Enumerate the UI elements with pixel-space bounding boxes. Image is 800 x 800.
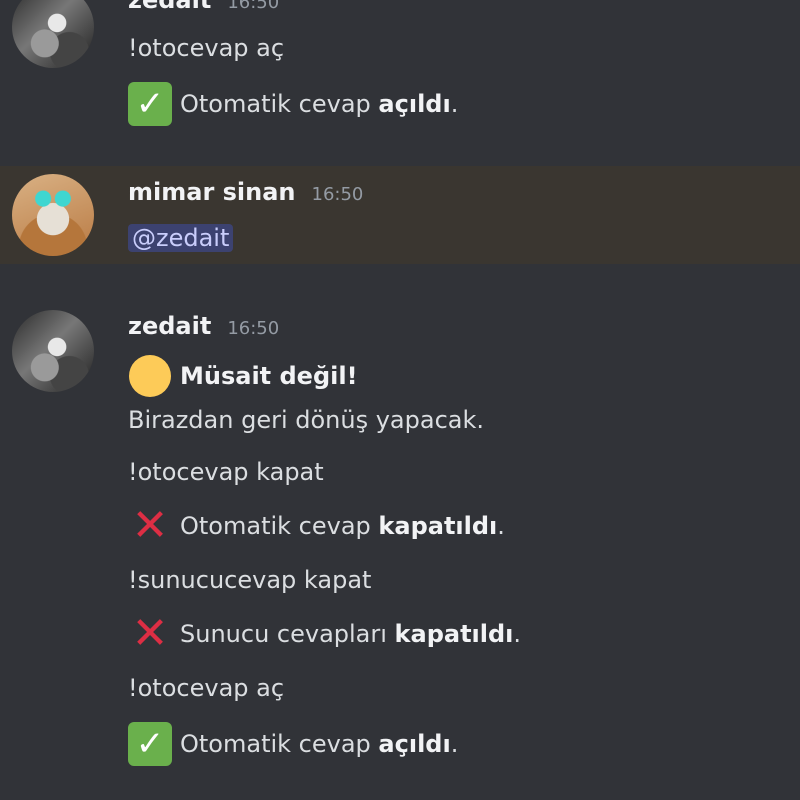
message-group-mimar-sinan: mimar sinan 16:50 @zedait xyxy=(0,166,800,264)
timestamp[interactable]: 16:50 xyxy=(227,0,279,13)
user-mention[interactable]: @zedait xyxy=(128,224,234,252)
message-group-zedait-1: zedait 16:50 !otocevap aç ✓ Otomatik cev… xyxy=(0,0,800,160)
cross-mark-icon: ✕ xyxy=(131,608,169,659)
white-check-mark-icon: ✓ xyxy=(128,722,172,766)
bot-reply: ✓ Otomatik cevap açıldı. xyxy=(128,80,458,128)
bot-reply: ✓ Otomatik cevap açıldı. xyxy=(128,720,458,768)
timestamp[interactable]: 16:50 xyxy=(227,318,279,339)
message-group-zedait-2: zedait 16:50 Müsait değil! Birazdan geri… xyxy=(0,308,800,800)
message-text: !otocevap aç xyxy=(128,674,285,702)
message-text: !sunucucevap kapat xyxy=(128,566,372,594)
message-text: @zedait xyxy=(128,218,234,258)
message-text: Birazdan geri dönüş yapacak. xyxy=(128,406,485,434)
timestamp[interactable]: 16:50 xyxy=(312,184,364,205)
avatar[interactable] xyxy=(12,0,94,68)
white-check-mark-icon: ✓ xyxy=(128,82,172,126)
yellow-circle-icon xyxy=(128,354,172,398)
username[interactable]: mimar sinan xyxy=(128,178,296,206)
bot-reply: ✕ Sunucu cevapları kapatıldı. xyxy=(128,608,522,659)
message-text: !otocevap kapat xyxy=(128,458,324,486)
bot-reply: ✕ Otomatik cevap kapatıldı. xyxy=(128,502,505,550)
avatar[interactable] xyxy=(12,310,94,392)
cross-mark-icon: ✕ xyxy=(131,500,169,551)
username[interactable]: zedait xyxy=(128,0,211,14)
avatar[interactable] xyxy=(12,174,94,256)
username[interactable]: zedait xyxy=(128,312,211,340)
status-line: Müsait değil! xyxy=(128,352,358,400)
message-text: !otocevap aç xyxy=(128,34,285,62)
